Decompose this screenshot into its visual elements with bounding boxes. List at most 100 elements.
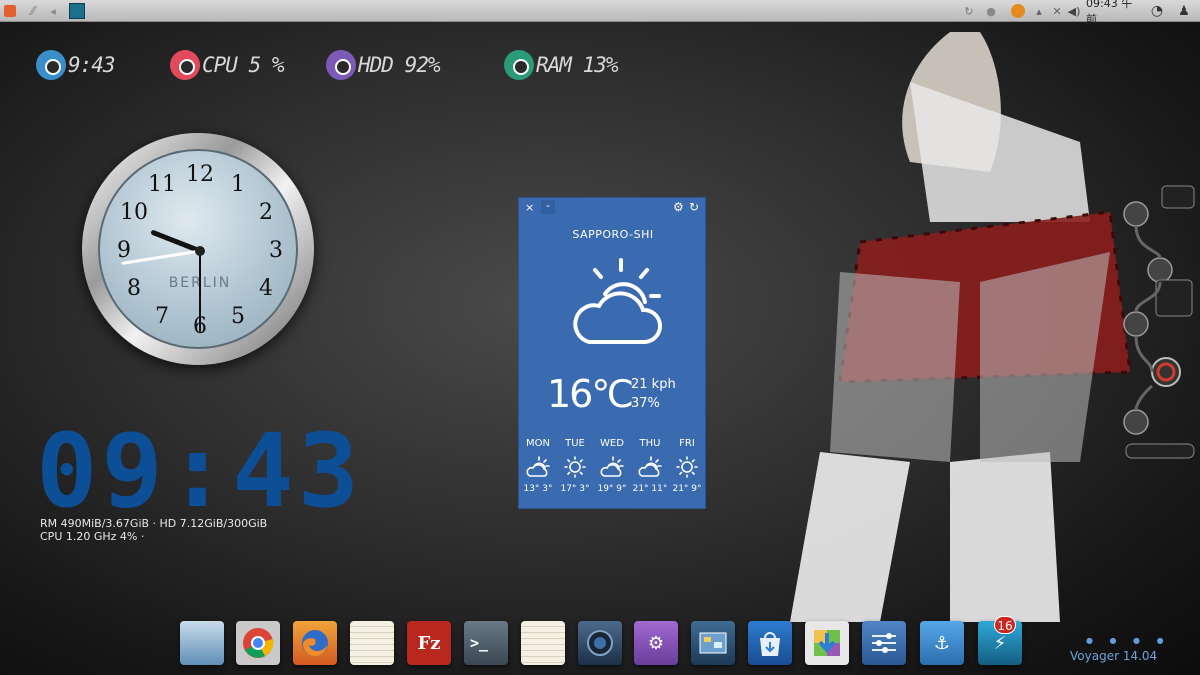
desktop-switcher-icon[interactable] xyxy=(691,621,735,665)
weather-city: SAPPORO-SHI xyxy=(572,228,654,241)
sync-icon[interactable]: ↻ xyxy=(962,0,976,22)
refresh-icon[interactable]: ↻ xyxy=(689,200,699,214)
firefox-icon[interactable] xyxy=(293,621,337,665)
gadget-knob xyxy=(1123,311,1149,337)
digital-clock: 09:43 xyxy=(36,412,364,531)
paint-splat-icon xyxy=(36,50,66,80)
forecast-temps: 17° 3° xyxy=(560,484,590,494)
network-icon[interactable]: ▴ xyxy=(1032,0,1046,22)
sunny-icon xyxy=(564,456,586,478)
forecast-temps: 13° 3° xyxy=(523,484,553,494)
forecast-day: FRI 21° 9° xyxy=(668,438,706,494)
conky-cpu-text: CPU 5 % xyxy=(202,53,285,77)
system-memory-line: RM 490MiB/3.67GiB · HD 7.12GiB/300GiB xyxy=(40,517,268,530)
current-temperature: 16℃ xyxy=(547,372,634,416)
paint-splat-icon xyxy=(504,50,534,80)
gadget-panel xyxy=(1161,185,1195,209)
software-update-icon[interactable] xyxy=(1010,0,1026,22)
shopping-bag xyxy=(760,632,780,656)
tweak-tool-icon[interactable] xyxy=(862,621,906,665)
system-gadget-stack xyxy=(1123,185,1195,459)
status-dot-icon[interactable]: ● xyxy=(984,0,998,22)
weather-minimize-button[interactable]: - xyxy=(541,200,555,214)
wallpaper-legs xyxy=(790,452,1060,622)
gadget-panel xyxy=(1155,279,1193,317)
messaging-icon[interactable]: ◔ xyxy=(1148,0,1166,22)
partly-cloudy-icon xyxy=(526,456,550,477)
notes-icon[interactable] xyxy=(350,621,394,665)
os-version-label: Voyager 14.04 xyxy=(1070,649,1158,663)
forecast-temps: 19° 9° xyxy=(597,484,627,494)
top-panel: ⁄⁄ ◂ ↻ ● ▴ ✕ ◀) 09:43 午前 ◔ ♟ xyxy=(0,0,1200,26)
notification-badge: 16 xyxy=(994,616,1016,634)
terminal-icon[interactable]: >_ xyxy=(464,621,508,665)
user-icon[interactable]: ♟ xyxy=(1176,0,1192,22)
forecast-day: THU 21° 11° xyxy=(631,438,669,494)
analog-clock-widget[interactable]: 12 1 2 3 4 5 6 7 8 9 10 11 BERLIN xyxy=(82,133,314,365)
panel-clock[interactable]: 09:43 午前 xyxy=(1086,0,1138,26)
chrome-logo xyxy=(243,628,274,658)
workspace-indicator[interactable]: ● ● ● ● xyxy=(1086,636,1171,645)
paint-splat-icon xyxy=(326,50,356,80)
clock-face: 12 1 2 3 4 5 6 7 8 9 10 11 BERLIN xyxy=(98,149,298,349)
partly-cloudy-icon xyxy=(638,456,662,477)
conky-ram-text: RAM 13% xyxy=(536,53,619,77)
software-store-icon[interactable] xyxy=(748,621,792,665)
gadget-meter xyxy=(1151,357,1181,387)
task-switcher-icon[interactable]: ⁄⁄ xyxy=(24,0,42,22)
sliders xyxy=(872,633,896,653)
conky-clock-stat: 9:43 xyxy=(36,48,116,82)
humidity: 37% xyxy=(631,396,660,411)
gadget-knob xyxy=(1123,201,1149,227)
forecast-day-name: WED xyxy=(600,438,624,449)
gadget-knob xyxy=(1147,257,1173,283)
minute-hand xyxy=(121,249,202,265)
partly-cloudy-icon xyxy=(573,258,662,344)
settings-gear-icon[interactable]: ⚙ xyxy=(634,621,678,665)
gear-icon[interactable]: ⚙ xyxy=(673,200,684,214)
clock-center-pin xyxy=(195,246,205,256)
conky-ram-stat: RAM 13% xyxy=(504,48,619,82)
forecast-day: MON 13° 3° xyxy=(519,438,557,494)
paint-splat-icon xyxy=(170,50,200,80)
bluetooth-icon[interactable]: ✕ xyxy=(1050,0,1064,22)
chrome-icon[interactable] xyxy=(236,621,280,665)
filezilla-icon[interactable]: Fz xyxy=(407,621,451,665)
wind-speed: 21 kph xyxy=(631,377,676,392)
system-cpu-line: CPU 1.20 GHz 4% · xyxy=(40,530,145,543)
conky-cpu-stat: CPU 5 % xyxy=(170,48,285,82)
forecast-day-name: THU xyxy=(639,438,661,449)
conky-hdd-text: HDD 92% xyxy=(358,53,441,77)
back-icon[interactable]: ◂ xyxy=(46,0,60,22)
desktop-grid xyxy=(699,632,727,654)
weather-close-button[interactable]: × xyxy=(525,201,534,214)
ubuntu-logo-icon[interactable] xyxy=(3,0,17,22)
gadget-knob xyxy=(1123,409,1149,435)
notes-icon[interactable] xyxy=(521,621,565,665)
gadget-panel xyxy=(1125,443,1195,459)
sunny-icon xyxy=(676,456,698,478)
dock: Fz >_ ⚙ ⚓ ⚡ 16 xyxy=(0,616,1200,668)
forecast-temps: 21° 11° xyxy=(632,484,668,494)
download-arrow xyxy=(814,630,840,656)
firefox-logo xyxy=(302,630,328,657)
forecast-day-name: TUE xyxy=(565,438,585,449)
installer-icon[interactable] xyxy=(805,621,849,665)
conky-clock-text: 9:43 xyxy=(68,53,116,77)
forecast-day-name: MON xyxy=(526,438,550,449)
forecast-temps: 21° 9° xyxy=(672,484,702,494)
camera-lens xyxy=(587,630,613,656)
weather-widget: × - ⚙ ↻ SAPPORO-SHI 16℃ 21 kph 37% MON 1… xyxy=(518,197,706,509)
app-launcher-icon[interactable] xyxy=(68,0,86,22)
forecast-day: TUE 17° 3° xyxy=(556,438,594,494)
partly-cloudy-icon xyxy=(600,456,624,477)
file-manager-icon[interactable] xyxy=(180,621,224,665)
forecast-day-name: FRI xyxy=(679,438,695,449)
forecast-day: WED 19° 9° xyxy=(593,438,631,494)
clock-hands xyxy=(121,230,205,332)
volume-icon[interactable]: ◀) xyxy=(1066,0,1082,22)
webcam-icon[interactable] xyxy=(578,621,622,665)
conky-hdd-stat: HDD 92% xyxy=(326,48,441,82)
hour-hand xyxy=(150,230,203,254)
anchor-icon[interactable]: ⚓ xyxy=(920,621,964,665)
